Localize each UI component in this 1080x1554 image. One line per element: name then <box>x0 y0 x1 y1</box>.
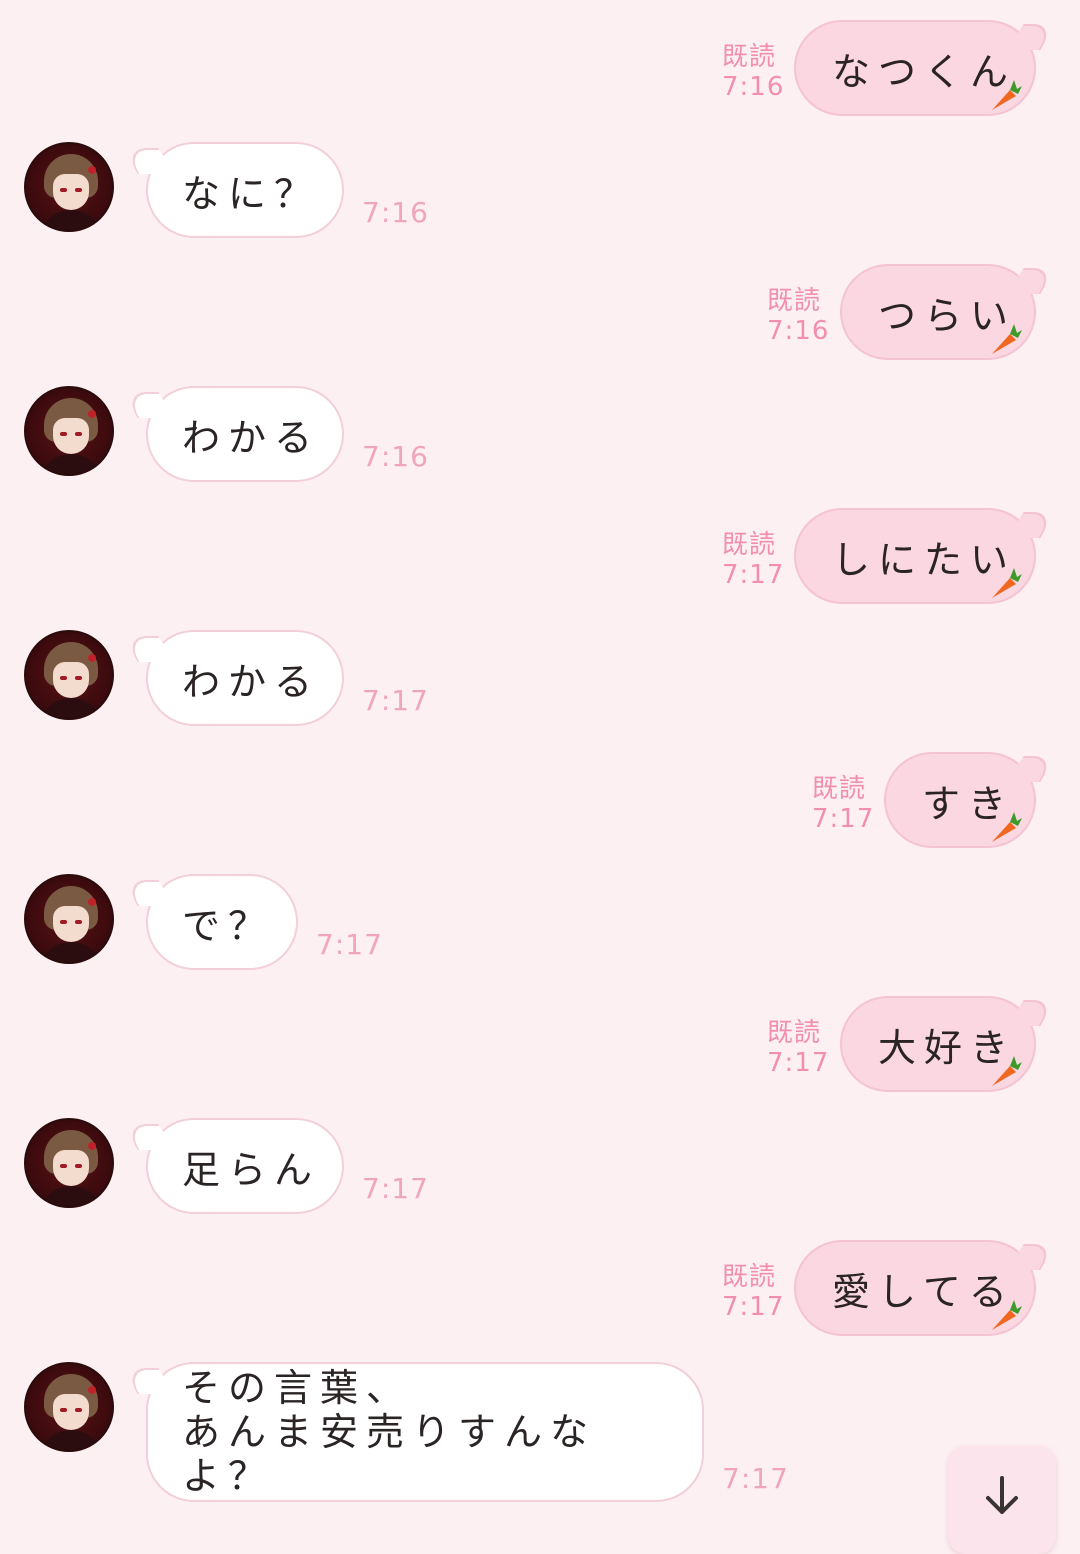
message-time: 7:17 <box>316 928 383 961</box>
contact-avatar[interactable] <box>24 1118 114 1208</box>
message-bubble-incoming[interactable]: その言葉、 あんま安売りすんなよ？ <box>122 1362 704 1502</box>
message-time: 7:17 <box>722 1462 789 1495</box>
message-bubble-outgoing[interactable]: しにたい <box>794 508 1056 604</box>
message-time: 7:17 <box>362 684 429 717</box>
message-row-incoming: わかる 7:17 <box>0 630 1080 730</box>
message-meta: 既読 7:16 <box>767 286 829 346</box>
bubble-tail <box>1008 24 1056 50</box>
read-receipt: 既読 <box>812 774 867 804</box>
message-time: 7:17 <box>812 804 875 834</box>
message-text: わかる <box>182 415 321 460</box>
message-bubble-outgoing[interactable]: 愛してる <box>794 1240 1056 1336</box>
bubble-tail <box>122 880 174 906</box>
message-text: で？ <box>182 903 275 948</box>
bubble-tail <box>122 148 174 174</box>
message-time: 7:16 <box>362 196 429 229</box>
bubble-tail <box>122 1124 174 1150</box>
bubble-tail <box>122 392 174 418</box>
message-time: 7:16 <box>722 72 785 102</box>
contact-avatar[interactable] <box>24 142 114 232</box>
message-row-incoming: 足らん 7:17 <box>0 1118 1080 1218</box>
chat-view: 既読 7:16 なつくん なに？ 7:16 既読 7:16 つらい わかる 7:… <box>0 0 1080 1554</box>
message-bubble-outgoing[interactable]: なつくん <box>794 20 1056 116</box>
contact-avatar[interactable] <box>24 874 114 964</box>
bubble-tail <box>1008 756 1056 782</box>
message-time: 7:17 <box>722 1292 785 1322</box>
message-row-outgoing: 既読 7:17 大好き <box>0 996 1080 1096</box>
message-text: 足らん <box>182 1147 321 1192</box>
carrot-icon <box>992 1056 1022 1086</box>
carrot-icon <box>992 812 1022 842</box>
contact-avatar[interactable] <box>24 630 114 720</box>
scroll-to-bottom-button[interactable] <box>948 1446 1056 1554</box>
message-row-incoming: なに？ 7:16 <box>0 142 1080 242</box>
read-receipt: 既読 <box>767 286 822 316</box>
message-time: 7:17 <box>722 560 785 590</box>
message-row-outgoing: 既読 7:17 愛してる <box>0 1240 1080 1340</box>
message-bubble-incoming[interactable]: わかる <box>122 386 344 482</box>
carrot-icon <box>992 568 1022 598</box>
bubble-tail <box>1008 268 1056 294</box>
bubble-tail <box>1008 512 1056 538</box>
bubble-tail <box>1008 1244 1056 1270</box>
carrot-icon <box>992 324 1022 354</box>
read-receipt: 既読 <box>722 42 777 72</box>
message-row-outgoing: 既読 7:16 なつくん <box>0 20 1080 120</box>
read-receipt: 既読 <box>767 1018 822 1048</box>
message-bubble-outgoing[interactable]: すき <box>884 752 1056 848</box>
carrot-icon <box>992 80 1022 110</box>
bubble-tail <box>1008 1000 1056 1026</box>
message-row-incoming: その言葉、 あんま安売りすんなよ？ 7:17 <box>0 1362 1080 1512</box>
message-bubble-incoming[interactable]: 足らん <box>122 1118 344 1214</box>
carrot-icon <box>992 1300 1022 1330</box>
message-row-outgoing: 既読 7:17 しにたい <box>0 508 1080 608</box>
message-text: わかる <box>182 659 321 704</box>
message-row-incoming: わかる 7:16 <box>0 386 1080 486</box>
message-bubble-incoming[interactable]: わかる <box>122 630 344 726</box>
read-receipt: 既読 <box>722 1262 777 1292</box>
message-bubble-outgoing[interactable]: 大好き <box>840 996 1056 1092</box>
contact-avatar[interactable] <box>24 1362 114 1452</box>
read-receipt: 既読 <box>722 530 777 560</box>
bubble-tail <box>122 1368 174 1394</box>
message-text-line: あんま安売りすんなよ？ <box>182 1410 597 1498</box>
message-text: なに？ <box>182 171 321 216</box>
message-meta: 既読 7:17 <box>767 1018 829 1078</box>
message-row-incoming: で？ 7:17 <box>0 874 1080 974</box>
arrow-down-icon <box>986 1476 1018 1514</box>
message-time: 7:16 <box>767 316 830 346</box>
bubble-tail <box>122 636 174 662</box>
message-row-outgoing: 既読 7:17 すき <box>0 752 1080 852</box>
message-meta: 既読 7:17 <box>722 530 784 590</box>
message-time: 7:16 <box>362 440 429 473</box>
message-text-line: その言葉、 <box>182 1366 413 1410</box>
message-time: 7:17 <box>767 1048 830 1078</box>
message-bubble-outgoing[interactable]: つらい <box>840 264 1056 360</box>
message-time: 7:17 <box>362 1172 429 1205</box>
message-meta: 既読 7:17 <box>812 774 874 834</box>
message-meta: 既読 7:17 <box>722 1262 784 1322</box>
message-row-outgoing: 既読 7:16 つらい <box>0 264 1080 364</box>
contact-avatar[interactable] <box>24 386 114 476</box>
message-bubble-incoming[interactable]: で？ <box>122 874 298 970</box>
message-meta: 既読 7:16 <box>722 42 784 102</box>
message-bubble-incoming[interactable]: なに？ <box>122 142 344 238</box>
